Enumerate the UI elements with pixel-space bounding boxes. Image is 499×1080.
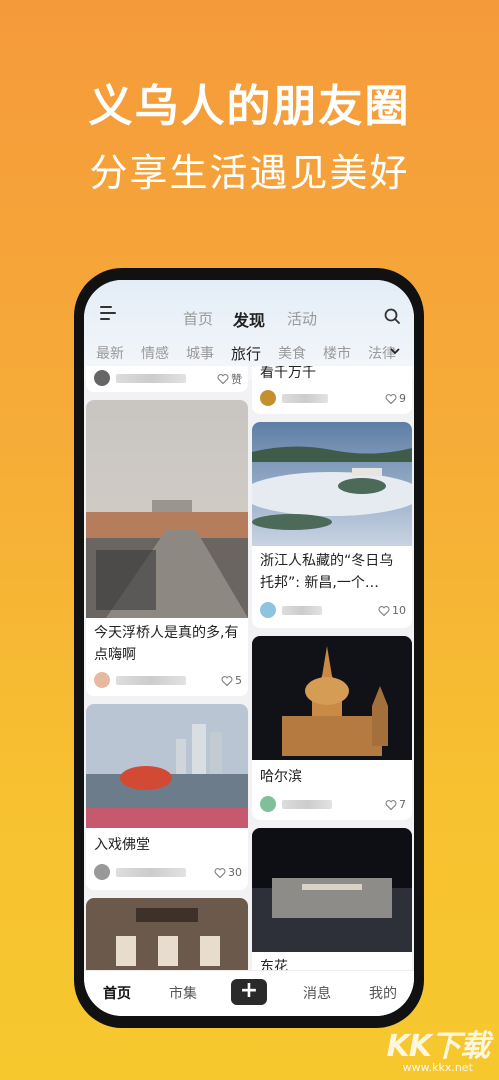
card-image (252, 828, 412, 952)
top-bar: 首页 发现 活动 最新 情感 城事 旅行 美食 楼市 法律 (84, 280, 414, 380)
card-title: 看千万千 (260, 366, 316, 380)
card-title: 今天浮桥人是真的多,有点嗨啊 (94, 625, 239, 663)
username (116, 374, 186, 383)
tab-activity[interactable]: 活动 (287, 308, 317, 329)
like-count[interactable]: 9 (385, 392, 406, 405)
card-image (252, 422, 412, 546)
heart-icon (221, 675, 233, 686)
like-count[interactable]: 赞 (217, 371, 242, 387)
watermark: KK下载 www.kkx.net (387, 1021, 490, 1074)
username (116, 676, 186, 685)
feed-card[interactable] (86, 898, 248, 978)
feed-card[interactable]: 看千万千 9 (252, 366, 412, 414)
hero-subtitle: 分享生活遇见美好 (89, 151, 410, 195)
search-icon[interactable] (384, 308, 400, 324)
bottom-tab-me[interactable]: 我的 (369, 983, 397, 1003)
card-image (252, 636, 412, 760)
like-count[interactable]: 30 (214, 866, 242, 879)
chevron-down-icon[interactable] (388, 344, 402, 358)
avatar (94, 370, 110, 386)
feed-card[interactable]: 哈尔滨 7 (252, 636, 412, 820)
app-screen: 首页 发现 活动 最新 情感 城事 旅行 美食 楼市 法律 赞 今天浮桥人是真的… (84, 280, 414, 1016)
category-travel[interactable]: 旅行 (231, 343, 261, 364)
card-image (86, 898, 248, 978)
like-count[interactable]: 5 (221, 674, 242, 687)
avatar (260, 602, 276, 618)
feed-card[interactable]: 赞 (86, 366, 248, 392)
bottom-tab-market[interactable]: 市集 (169, 983, 197, 1003)
feed-card[interactable]: 浙江人私藏的“冬日乌托邦”: 新昌,一个… 10 (252, 422, 412, 628)
card-title: 浙江人私藏的“冬日乌托邦”: 新昌,一个… (260, 553, 394, 591)
feed-card[interactable]: 入戏佛堂 30 (86, 704, 248, 890)
category-property[interactable]: 楼市 (323, 343, 351, 363)
bottom-tab-home[interactable]: 首页 (103, 983, 131, 1003)
card-title: 入戏佛堂 (94, 837, 150, 853)
category-latest[interactable]: 最新 (96, 343, 124, 363)
category-city[interactable]: 城事 (186, 343, 214, 363)
avatar (94, 864, 110, 880)
like-count[interactable]: 10 (378, 604, 406, 617)
avatar (260, 796, 276, 812)
heart-icon (214, 867, 226, 878)
category-emotion[interactable]: 情感 (141, 343, 169, 363)
avatar (260, 390, 276, 406)
bottom-nav: 首页 市集 + 消息 我的 (84, 970, 414, 1016)
heart-icon (378, 605, 390, 616)
card-image (86, 704, 248, 828)
username (116, 868, 186, 877)
bottom-tab-messages[interactable]: 消息 (303, 983, 331, 1003)
feed-card[interactable]: 东花 (252, 828, 412, 978)
feed-card[interactable]: 今天浮桥人是真的多,有点嗨啊 5 (86, 400, 248, 696)
username (282, 394, 328, 403)
hero-title: 义乌人的朋友圈 (88, 81, 411, 132)
category-food[interactable]: 美食 (278, 343, 306, 363)
card-title: 哈尔滨 (260, 769, 302, 785)
heart-icon (385, 799, 397, 810)
add-post-button[interactable]: + (231, 979, 267, 1005)
watermark-logo: KK下载 (386, 1029, 490, 1064)
heart-icon (217, 374, 229, 385)
heart-icon (385, 393, 397, 404)
tab-home[interactable]: 首页 (183, 308, 213, 329)
card-image (86, 400, 248, 618)
username (282, 800, 332, 809)
avatar (94, 672, 110, 688)
tab-discover[interactable]: 发现 (233, 307, 265, 331)
like-count[interactable]: 7 (385, 798, 406, 811)
menu-icon[interactable] (100, 306, 116, 320)
username (282, 606, 322, 615)
